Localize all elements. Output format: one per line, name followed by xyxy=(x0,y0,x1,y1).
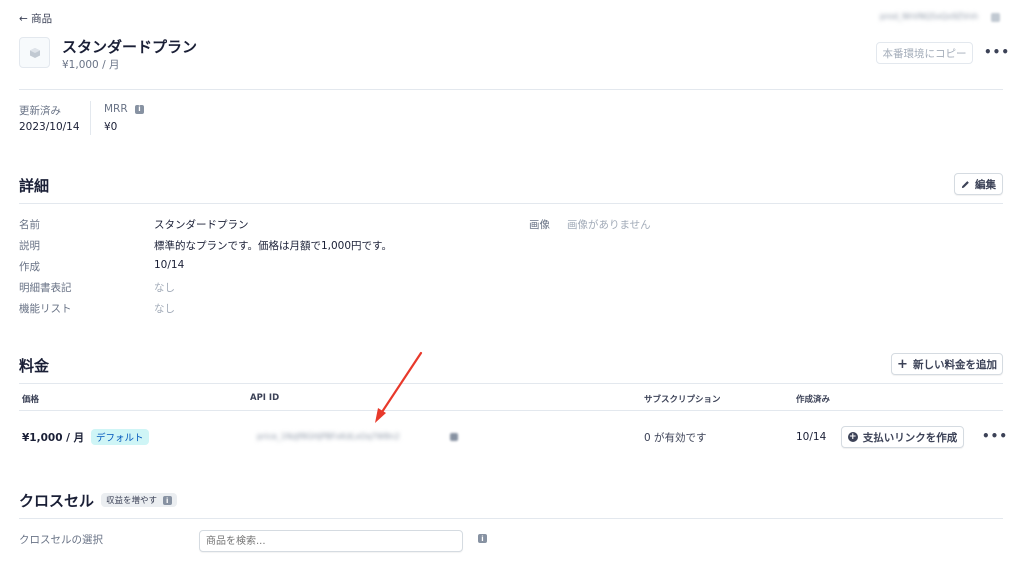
product-price: ¥1,000 / 月 xyxy=(62,59,120,71)
copy-icon[interactable] xyxy=(450,433,458,441)
annotation-arrow-icon xyxy=(375,351,423,423)
default-badge: デフォルト xyxy=(91,429,149,445)
crosssell-select-label: クロスセルの選択 xyxy=(19,534,103,546)
field-label-statement-descriptor: 明細書表記 xyxy=(19,282,72,294)
column-header-created: 作成済み xyxy=(796,395,831,405)
summary-divider xyxy=(90,101,91,135)
price-cell: ¥1,000 / 月 xyxy=(22,432,85,444)
product-image-placeholder xyxy=(19,37,50,68)
updated-label: 更新済み xyxy=(19,105,61,117)
divider xyxy=(19,89,1003,90)
divider xyxy=(19,383,1003,384)
box-icon xyxy=(29,47,40,58)
plus-circle-icon: + xyxy=(847,431,858,442)
mrr-label-text: MRR xyxy=(104,103,128,115)
info-icon[interactable]: i xyxy=(135,104,144,114)
mrr-label: MRR i xyxy=(104,103,144,115)
add-price-button[interactable]: + 新しい料金を追加 xyxy=(891,353,1003,375)
divider xyxy=(19,410,1003,411)
plus-icon: + xyxy=(897,356,908,372)
add-price-label: 新しい料金を追加 xyxy=(912,358,997,371)
header-more-icon[interactable]: ••• xyxy=(984,45,1010,59)
create-payment-link-label: 支払いリンクを作成 xyxy=(862,431,958,444)
product-name: スタンダードプラン xyxy=(62,38,198,56)
field-label-created: 作成 xyxy=(19,261,40,273)
crosssell-title: クロスセル xyxy=(19,492,95,510)
field-value-description: 標準的なプランです。価格は月額で1,000円です。 xyxy=(154,240,392,252)
column-header-api-id: API ID xyxy=(250,393,280,403)
divider xyxy=(19,518,1003,519)
field-label-feature-list: 機能リスト xyxy=(19,303,72,315)
create-payment-link-button[interactable]: + 支払いリンクを作成 xyxy=(841,426,964,448)
field-value-feature-list: なし xyxy=(154,303,175,315)
copy-id-icon[interactable] xyxy=(991,13,1000,22)
info-icon[interactable]: i xyxy=(162,496,172,505)
subscriptions-cell: 0 が有効です xyxy=(644,432,707,444)
updated-value: 2023/10/14 xyxy=(19,121,80,133)
mrr-value: ¥0 xyxy=(104,121,118,133)
image-value: 画像がありません xyxy=(567,219,651,231)
field-value-statement-descriptor: なし xyxy=(154,282,175,294)
pencil-icon xyxy=(961,180,969,188)
pricing-title: 料金 xyxy=(19,357,50,375)
column-header-price: 価格 xyxy=(22,395,40,405)
product-search-input[interactable] xyxy=(199,530,463,552)
crosssell-badge-label: 収益を増やす xyxy=(106,496,158,506)
info-icon[interactable]: i xyxy=(478,534,487,543)
row-more-icon[interactable]: ••• xyxy=(982,429,1008,443)
column-header-subscriptions: サブスクリプション xyxy=(644,395,721,405)
field-label-name: 名前 xyxy=(19,219,40,231)
crosssell-badge: 収益を増やす i xyxy=(101,493,177,507)
edit-button[interactable]: 編集 xyxy=(954,173,1003,195)
api-id-cell[interactable]: price_1NzJf8GHjPBFxKdLxOq7W8n2 xyxy=(257,432,400,441)
details-title: 詳細 xyxy=(19,177,50,195)
copy-to-live-label: 本番環境にコピー xyxy=(882,47,967,60)
field-label-description: 説明 xyxy=(19,240,40,252)
edit-label: 編集 xyxy=(975,178,996,191)
created-cell: 10/14 xyxy=(796,431,827,443)
field-value-created: 10/14 xyxy=(154,259,185,271)
back-link[interactable]: ← 商品 xyxy=(19,11,52,26)
image-label: 画像 xyxy=(529,219,550,231)
copy-to-live-button[interactable]: 本番環境にコピー xyxy=(876,42,973,64)
divider xyxy=(19,203,1003,204)
product-id[interactable]: prod_NhVNQ5xQx9ZVnh xyxy=(880,12,978,21)
field-value-name: スタンダードプラン xyxy=(154,219,249,231)
